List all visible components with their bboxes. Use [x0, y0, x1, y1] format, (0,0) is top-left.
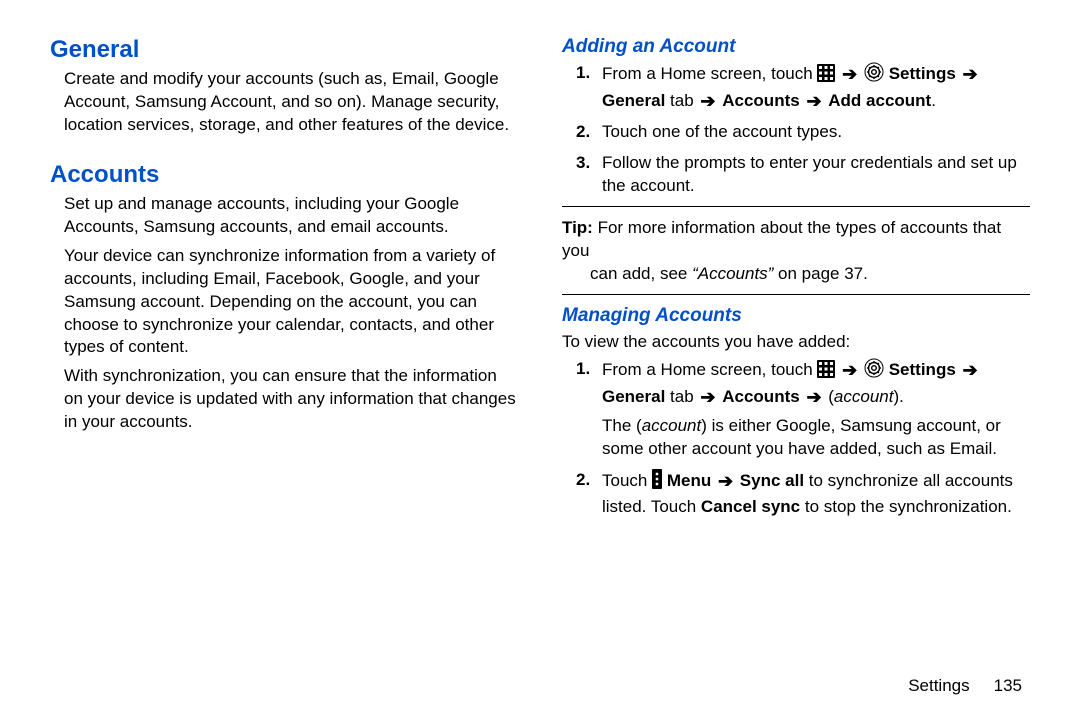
- settings-gear-icon: [864, 358, 884, 385]
- footer-page: 135: [994, 676, 1022, 695]
- arrow-icon: ➔: [963, 358, 978, 382]
- arrow-icon: ➔: [842, 358, 857, 382]
- right-column: Adding an Account From a Home screen, to…: [562, 36, 1030, 527]
- tip-paragraph: Tip: For more information about the type…: [562, 217, 1030, 286]
- para-accounts-2: Your device can synchronize information …: [64, 245, 518, 360]
- divider: [562, 206, 1030, 207]
- para-general: Create and modify your accounts (such as…: [64, 68, 518, 137]
- page-footer: Settings 135: [908, 676, 1022, 696]
- settings-gear-icon: [864, 62, 884, 89]
- managing-intro: To view the accounts you have added:: [562, 331, 1030, 354]
- arrow-icon: ➔: [700, 89, 715, 113]
- adding-step-1: From a Home screen, touch ➔ Settings ➔ G…: [576, 62, 1030, 113]
- arrow-icon: ➔: [700, 385, 715, 409]
- adding-steps-list: From a Home screen, touch ➔ Settings ➔ G…: [576, 62, 1030, 198]
- managing-steps-list: From a Home screen, touch ➔ Settings ➔ G…: [576, 358, 1030, 519]
- managing-step-1: From a Home screen, touch ➔ Settings ➔ G…: [576, 358, 1030, 461]
- footer-section: Settings: [908, 676, 969, 695]
- adding-step-2: Touch one of the account types.: [576, 121, 1030, 144]
- managing-step-2: Touch Menu ➔ Sync all to synchronize all…: [576, 469, 1030, 519]
- left-column: General Create and modify your accounts …: [50, 36, 518, 527]
- para-accounts-1: Set up and manage accounts, including yo…: [64, 193, 518, 239]
- heading-adding-account: Adding an Account: [562, 36, 1030, 58]
- menu-dots-icon: [652, 469, 662, 496]
- heading-accounts: Accounts: [50, 161, 518, 189]
- arrow-icon: ➔: [963, 62, 978, 86]
- arrow-icon: ➔: [806, 385, 821, 409]
- heading-managing-accounts: Managing Accounts: [562, 305, 1030, 327]
- apps-grid-icon: [817, 64, 835, 89]
- adding-step-3: Follow the prompts to enter your credent…: [576, 152, 1030, 198]
- arrow-icon: ➔: [718, 469, 733, 493]
- divider: [562, 294, 1030, 295]
- apps-grid-icon: [817, 360, 835, 385]
- arrow-icon: ➔: [806, 89, 821, 113]
- para-accounts-3: With synchronization, you can ensure tha…: [64, 365, 518, 434]
- heading-general: General: [50, 36, 518, 64]
- arrow-icon: ➔: [842, 62, 857, 86]
